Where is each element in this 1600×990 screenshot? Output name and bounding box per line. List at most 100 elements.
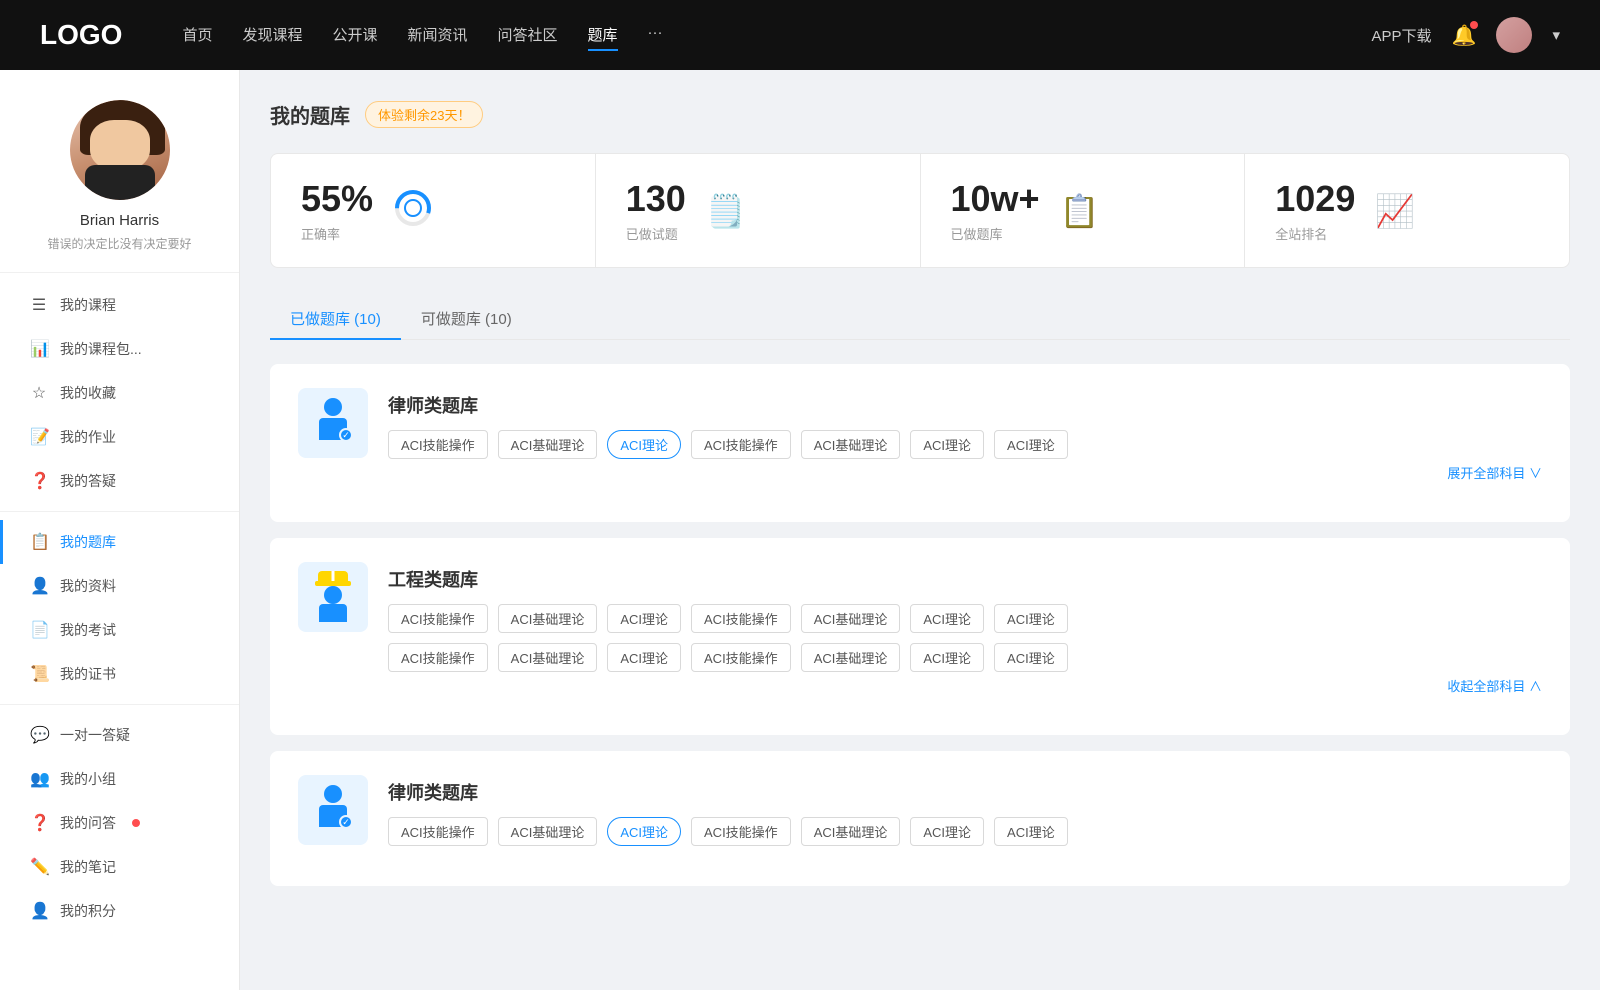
tag-3-6[interactable]: ACI理论 — [994, 817, 1068, 846]
sidebar-item-qbank[interactable]: 📋 我的题库 — [0, 520, 239, 564]
tag-2-0[interactable]: ACI技能操作 — [388, 604, 488, 633]
tag-1-4[interactable]: ACI基础理论 — [801, 430, 901, 459]
tag-1-5[interactable]: ACI理论 — [910, 430, 984, 459]
tag-1-3[interactable]: ACI技能操作 — [691, 430, 791, 459]
nav-open-course[interactable]: 公开课 — [332, 20, 377, 51]
engineer-icon-wrap-2 — [298, 562, 368, 632]
accuracy-pie-icon — [393, 188, 433, 233]
questions-icon: ❓ — [30, 471, 48, 491]
tag-1-6[interactable]: ACI理论 — [994, 430, 1068, 459]
sidebar-item-courses[interactable]: ☰ 我的课程 — [0, 283, 239, 327]
nav-home[interactable]: 首页 — [182, 20, 212, 51]
stats-row: 55% 正确率 130 已做试题 🗒️ — [270, 153, 1570, 268]
collapse-btn-2[interactable]: 收起全部科目 ∧ — [388, 676, 1542, 695]
nav-more[interactable]: ··· — [648, 20, 663, 51]
tag-2-4[interactable]: ACI基础理论 — [801, 604, 901, 633]
lp-head-1 — [324, 398, 342, 416]
chart-red-icon: 📈 — [1375, 192, 1415, 230]
logo[interactable]: LOGO — [40, 19, 122, 51]
qbank-header-1: ✓ 律师类题库 ACI技能操作 ACI基础理论 ACI理论 ACI技能操作 AC… — [298, 388, 1542, 482]
tag-2b-5[interactable]: ACI理论 — [910, 643, 984, 672]
sidebar-label-favorites: 我的收藏 — [60, 383, 116, 403]
qbank-icon: 📋 — [30, 532, 48, 552]
qbank-header-2: 工程类题库 ACI技能操作 ACI基础理论 ACI理论 ACI技能操作 ACI基… — [298, 562, 1542, 695]
sidebar-item-certificate[interactable]: 📜 我的证书 — [0, 652, 239, 696]
tag-2-1[interactable]: ACI基础理论 — [498, 604, 598, 633]
tag-2b-1[interactable]: ACI基础理论 — [498, 643, 598, 672]
tag-2b-3[interactable]: ACI技能操作 — [691, 643, 791, 672]
tag-2-2[interactable]: ACI理论 — [607, 604, 681, 633]
tag-2-3[interactable]: ACI技能操作 — [691, 604, 791, 633]
lp-body-3: ✓ — [319, 805, 347, 827]
sidebar-item-notes[interactable]: ✏️ 我的笔记 — [0, 845, 239, 889]
sidebar-item-group[interactable]: 👥 我的小组 — [0, 757, 239, 801]
tag-3-1[interactable]: ACI基础理论 — [498, 817, 598, 846]
group-icon: 👥 — [30, 769, 48, 789]
sidebar-label-profile: 我的资料 — [60, 576, 116, 596]
ep-head-2 — [324, 586, 342, 604]
qbank-info-2: 工程类题库 ACI技能操作 ACI基础理论 ACI理论 ACI技能操作 ACI基… — [388, 562, 1542, 695]
tag-1-1[interactable]: ACI基础理论 — [498, 430, 598, 459]
stat-done-q-label: 已做试题 — [626, 224, 686, 243]
tag-3-0[interactable]: ACI技能操作 — [388, 817, 488, 846]
tag-2b-6[interactable]: ACI理论 — [994, 643, 1068, 672]
main-content: 我的题库 体验剩余23天！ 55% 正确率 — [240, 70, 1600, 990]
tab-done-banks[interactable]: 已做题库 (10) — [270, 298, 401, 339]
stat-ranking-label: 全站排名 — [1275, 224, 1355, 243]
user-avatar[interactable] — [1496, 17, 1532, 53]
divider-1 — [0, 511, 239, 512]
tag-3-2[interactable]: ACI理论 — [607, 817, 681, 846]
tag-2b-2[interactable]: ACI理论 — [607, 643, 681, 672]
tag-2-5[interactable]: ACI理论 — [910, 604, 984, 633]
sidebar-item-points[interactable]: 👤 我的积分 — [0, 889, 239, 933]
stat-ranking: 1029 全站排名 📈 — [1245, 154, 1569, 267]
tag-3-4[interactable]: ACI基础理论 — [801, 817, 901, 846]
nav-links: 首页 发现课程 公开课 新闻资讯 问答社区 题库 ··· — [182, 20, 1371, 51]
sidebar-label-course-package: 我的课程包... — [60, 339, 142, 359]
tag-3-5[interactable]: ACI理论 — [910, 817, 984, 846]
favorites-icon: ☆ — [30, 383, 48, 403]
lp-check-1: ✓ — [339, 428, 353, 442]
tag-2-6[interactable]: ACI理论 — [994, 604, 1068, 633]
expand-btn-1[interactable]: 展开全部科目 ∨ — [388, 463, 1542, 482]
stat-done-b-label: 已做题库 — [951, 224, 1040, 243]
stat-done-banks: 10w+ 已做题库 📋 — [921, 154, 1245, 267]
dropdown-icon[interactable]: ▾ — [1552, 26, 1560, 44]
tag-1-2[interactable]: ACI理论 — [607, 430, 681, 459]
sidebar-label-exam: 我的考试 — [60, 620, 116, 640]
tag-1-0[interactable]: ACI技能操作 — [388, 430, 488, 459]
nav-news[interactable]: 新闻资讯 — [408, 20, 468, 51]
navbar: LOGO 首页 发现课程 公开课 新闻资讯 问答社区 题库 ··· APP下载 … — [0, 0, 1600, 70]
tag-2b-4[interactable]: ACI基础理论 — [801, 643, 901, 672]
sidebar-item-tutoring[interactable]: 💬 一对一答疑 — [0, 713, 239, 757]
stat-accuracy-label: 正确率 — [301, 224, 373, 243]
engineer-figure-2 — [308, 571, 358, 623]
sidebar-label-points: 我的积分 — [60, 901, 116, 921]
sidebar-label-homework: 我的作业 — [60, 427, 116, 447]
stat-ranking-value: 1029 — [1275, 178, 1355, 220]
sidebar-item-questions[interactable]: ❓ 我的答疑 — [0, 459, 239, 503]
qbank-card-2: 工程类题库 ACI技能操作 ACI基础理论 ACI理论 ACI技能操作 ACI基… — [270, 538, 1570, 735]
profile-motto: 错误的决定比没有决定要好 — [20, 235, 219, 252]
notification-bell[interactable]: 🔔 — [1452, 23, 1477, 48]
stat-done-b-value: 10w+ — [951, 178, 1040, 220]
lp-check-3: ✓ — [339, 815, 353, 829]
sidebar-item-course-package[interactable]: 📊 我的课程包... — [0, 327, 239, 371]
sidebar-item-profile[interactable]: 👤 我的资料 — [0, 564, 239, 608]
nav-discover[interactable]: 发现课程 — [242, 20, 302, 51]
sidebar-item-homework[interactable]: 📝 我的作业 — [0, 415, 239, 459]
sidebar-item-favorites[interactable]: ☆ 我的收藏 — [0, 371, 239, 415]
sidebar-label-qbank: 我的题库 — [60, 532, 116, 552]
sidebar-item-my-qa[interactable]: ❓ 我的问答 — [0, 801, 239, 845]
qbank-header-3: ✓ 律师类题库 ACI技能操作 ACI基础理论 ACI理论 ACI技能操作 AC… — [298, 775, 1542, 846]
tab-todo-banks[interactable]: 可做题库 (10) — [401, 298, 532, 339]
tag-2b-0[interactable]: ACI技能操作 — [388, 643, 488, 672]
nav-qbank[interactable]: 题库 — [588, 20, 618, 51]
sidebar-item-exam[interactable]: 📄 我的考试 — [0, 608, 239, 652]
sidebar-label-tutoring: 一对一答疑 — [60, 725, 130, 745]
tag-3-3[interactable]: ACI技能操作 — [691, 817, 791, 846]
notification-dot — [1470, 21, 1478, 29]
stat-accuracy: 55% 正确率 — [271, 154, 595, 267]
app-download-link[interactable]: APP下载 — [1372, 25, 1432, 46]
nav-qa[interactable]: 问答社区 — [498, 20, 558, 51]
